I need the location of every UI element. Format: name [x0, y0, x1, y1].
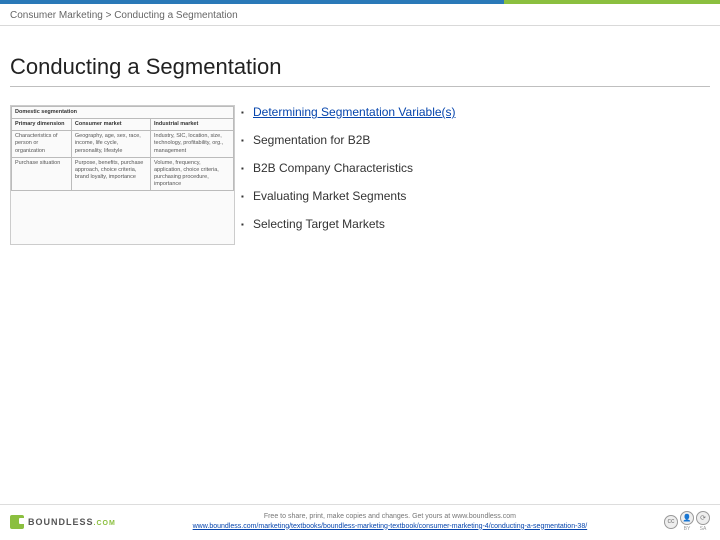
footer-text: Free to share, print, make copies and ch… [126, 512, 654, 532]
table-cell: Purpose, benefits, purchase approach, ch… [71, 157, 150, 191]
table-cell: Industry, SIC, location, size, technolog… [151, 131, 234, 157]
table-thumbnail: Domestic segmentation Primary dimension … [10, 105, 235, 245]
breadcrumb: Consumer Marketing > Conducting a Segmen… [0, 4, 720, 25]
table-cell: Geography, age, sex, race, income, life … [71, 131, 150, 157]
logo-icon [10, 515, 24, 529]
by-icon: 👤 [680, 511, 694, 525]
accent-blue [0, 0, 504, 4]
bullet-link[interactable]: Determining Segmentation Variable(s) [253, 105, 456, 119]
table-cell: Purchase situation [12, 157, 72, 191]
logo-text: BOUNDLESS.COM [28, 517, 116, 527]
footer-url-link[interactable]: www.boundless.com/marketing/textbooks/bo… [193, 523, 588, 530]
list-item: Determining Segmentation Variable(s) [253, 105, 710, 133]
table-cell: Consumer market [71, 119, 150, 131]
footer-tagline: Free to share, print, make copies and ch… [126, 512, 654, 522]
bullet-list: Determining Segmentation Variable(s) Seg… [253, 105, 710, 245]
divider [10, 86, 710, 87]
divider [0, 25, 720, 26]
list-item: Segmentation for B2B [253, 133, 710, 161]
list-item: Evaluating Market Segments [253, 189, 710, 217]
license-badges: cc 👤 BY ⟳ SA [664, 511, 710, 532]
sa-icon: ⟳ [696, 511, 710, 525]
brand-logo: BOUNDLESS.COM [10, 515, 116, 529]
table-cell: Volume, frequency, application, choice c… [151, 157, 234, 191]
accent-green [504, 0, 720, 4]
sa-label: SA [696, 526, 710, 532]
content-row: Domestic segmentation Primary dimension … [0, 105, 720, 245]
by-label: BY [680, 526, 694, 532]
table-header: Domestic segmentation [12, 107, 234, 119]
table-cell: Industrial market [151, 119, 234, 131]
list-item: B2B Company Characteristics [253, 161, 710, 189]
cc-icon: cc [664, 515, 678, 529]
list-item: Selecting Target Markets [253, 217, 710, 245]
page-title: Conducting a Segmentation [0, 54, 720, 86]
table-cell: Characteristics of person or organizatio… [12, 131, 72, 157]
accent-bar [0, 0, 720, 4]
table-cell: Primary dimension [12, 119, 72, 131]
footer: BOUNDLESS.COM Free to share, print, make… [0, 504, 720, 540]
segmentation-table: Domestic segmentation Primary dimension … [11, 106, 234, 191]
